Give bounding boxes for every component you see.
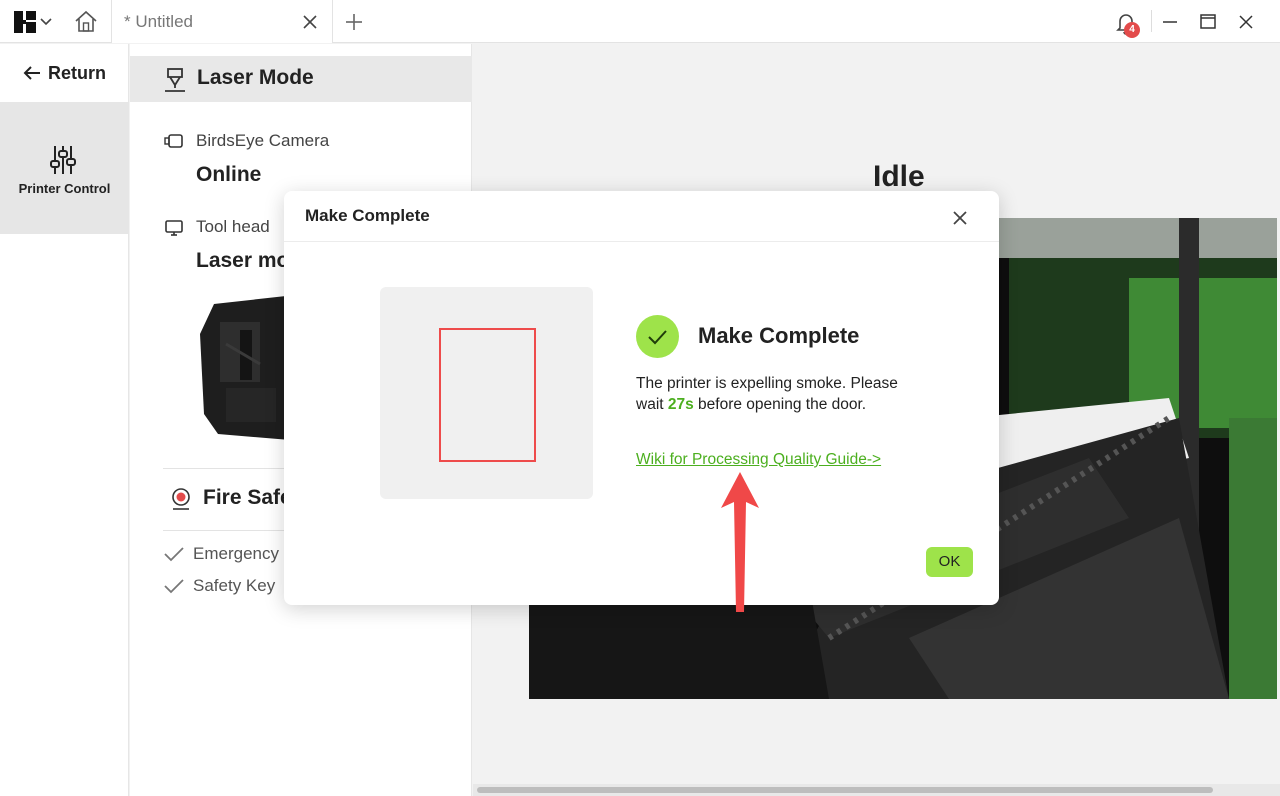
toolhead-image bbox=[200, 296, 290, 440]
mode-header: Laser Mode bbox=[130, 56, 472, 102]
check-item-safety-key: Safety Key bbox=[163, 576, 275, 596]
arrow-left-icon bbox=[23, 66, 40, 80]
left-nav: Return Printer Control bbox=[0, 44, 129, 796]
fire-safety-icon bbox=[172, 488, 190, 510]
toolhead-value: Laser mo bbox=[196, 249, 290, 272]
dialog-divider bbox=[284, 241, 999, 242]
home-icon[interactable] bbox=[72, 8, 100, 36]
camera-icon bbox=[164, 134, 183, 148]
check-label: Safety Key bbox=[193, 576, 276, 595]
tab-title: * Untitled bbox=[124, 12, 193, 31]
notification-badge: 4 bbox=[1124, 22, 1140, 38]
plus-icon[interactable] bbox=[342, 10, 366, 34]
check-item-emergency: Emergency bbox=[163, 544, 279, 564]
message-text: before opening the door. bbox=[693, 396, 867, 413]
app-logo-icon[interactable] bbox=[14, 11, 36, 33]
smoke-message: The printer is expelling smoke. Please w… bbox=[636, 373, 926, 415]
sliders-icon bbox=[50, 146, 76, 174]
toolhead-icon bbox=[165, 220, 183, 236]
close-icon[interactable] bbox=[1234, 10, 1258, 34]
wiki-guide-link[interactable]: Wiki for Processing Quality Guide-> bbox=[636, 451, 881, 469]
complete-heading: Make Complete bbox=[698, 323, 860, 348]
make-complete-dialog: Make Complete Make Complete The printer … bbox=[284, 191, 999, 605]
check-label: Emergency bbox=[193, 544, 279, 563]
fire-safety-title: Fire Safe bbox=[203, 486, 292, 509]
close-icon[interactable] bbox=[948, 206, 972, 230]
maximize-icon[interactable] bbox=[1196, 10, 1220, 34]
mode-title: Laser Mode bbox=[197, 66, 314, 89]
tab-untitled[interactable]: * Untitled bbox=[111, 0, 333, 43]
horizontal-scrollbar[interactable] bbox=[473, 784, 1280, 796]
return-label: Return bbox=[48, 62, 106, 83]
title-bar: * Untitled 4 bbox=[0, 0, 1280, 43]
printer-status: Idle bbox=[873, 160, 925, 193]
return-button[interactable]: Return bbox=[0, 44, 129, 102]
scrollbar-thumb[interactable] bbox=[477, 787, 1213, 793]
toolhead-label: Tool head bbox=[196, 217, 270, 236]
laser-icon bbox=[165, 68, 185, 92]
nav-item-printer-control[interactable]: Printer Control bbox=[0, 102, 129, 234]
camera-label: BirdsEye Camera bbox=[196, 131, 330, 150]
check-icon bbox=[164, 579, 184, 594]
preview-outline bbox=[439, 328, 536, 462]
check-circle-icon bbox=[636, 315, 679, 358]
close-icon[interactable] bbox=[300, 12, 320, 32]
printer-control-label: Printer Control bbox=[18, 181, 111, 196]
annotation-arrow-icon bbox=[721, 472, 759, 612]
separator bbox=[1151, 10, 1152, 32]
minimize-icon[interactable] bbox=[1158, 10, 1182, 34]
wait-seconds: 27s bbox=[667, 396, 694, 413]
job-preview bbox=[380, 287, 593, 499]
check-icon bbox=[164, 547, 184, 562]
ok-button[interactable]: OK bbox=[926, 547, 973, 577]
camera-status: Online bbox=[196, 163, 262, 186]
dialog-title: Make Complete bbox=[305, 206, 430, 225]
chevron-down-icon[interactable] bbox=[38, 11, 54, 31]
